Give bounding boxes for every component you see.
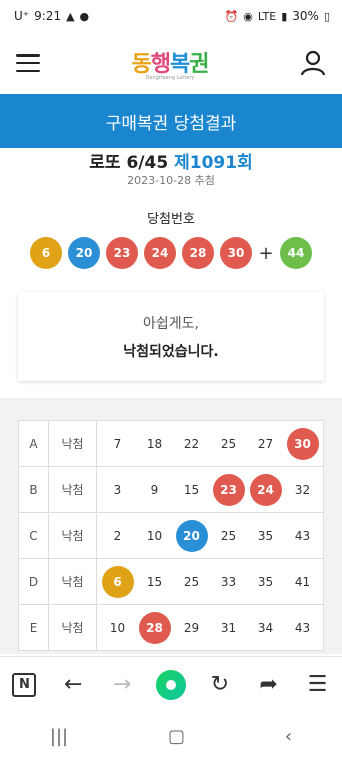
alarm-icon: ⏰ — [224, 9, 239, 23]
network-label: LTE — [257, 9, 277, 23]
game-number: 10 — [109, 620, 126, 635]
game-number: 27 — [257, 436, 274, 451]
game-slot: C — [18, 512, 49, 559]
draw-title: 로또 6/45 제1091회 — [0, 148, 342, 173]
result-line1: 아쉽게도, — [143, 315, 199, 332]
game-status: 낙첨 — [48, 420, 97, 467]
game-number: 22 — [183, 436, 200, 451]
result-line2: 낙첨되었습니다. — [123, 343, 219, 360]
location-icon: ◉ — [243, 9, 253, 23]
winning-ball: 23 — [106, 237, 138, 269]
winning-ball: 6 — [30, 237, 62, 269]
game-number: 25 — [220, 528, 237, 543]
game-number: 20 — [175, 519, 208, 552]
games-table: A 낙첨 7 18 22 25 27 30 B 낙첨 3 9 15 23 24 32 C 낙첨 2 10 20 25 35 4… — [18, 420, 324, 651]
game-name: 로또 6/45 — [89, 153, 169, 173]
draw-round: 제1091회 — [174, 153, 253, 173]
logo-text: 동행복권 — [131, 51, 210, 77]
naver-n-button[interactable]: N — [8, 669, 40, 701]
game-slot: A — [18, 420, 49, 467]
bonus-ball: 44 — [280, 237, 312, 269]
back-arrow-icon[interactable]: ← — [57, 669, 89, 701]
game-number: 30 — [286, 427, 319, 460]
game-number: 7 — [113, 436, 122, 451]
green-dot-icon — [155, 669, 186, 700]
game-number: 32 — [294, 482, 311, 497]
game-number: 43 — [294, 528, 311, 543]
system-nav-bar: ||| ▢ ‹ — [0, 712, 342, 760]
winning-numbers: 6 20 23 24 28 30 +44 — [0, 237, 342, 269]
game-slot: B — [18, 466, 49, 513]
menu-icon[interactable] — [16, 54, 40, 72]
game-row: B 낙첨 3 9 15 23 24 32 — [18, 466, 324, 513]
game-number: 15 — [183, 482, 200, 497]
warning-icon: ▲ — [66, 9, 75, 23]
game-number: 28 — [138, 611, 171, 644]
game-row: D 낙첨 6 15 25 33 35 41 — [18, 558, 324, 605]
result-card: 아쉽게도, 낙첨되었습니다. — [18, 292, 324, 381]
game-number: 35 — [257, 528, 274, 543]
game-number: 34 — [257, 620, 274, 635]
user-icon[interactable] — [300, 50, 326, 76]
browser-toolbar: N ← → ↻ ➦ ☰ — [0, 656, 342, 712]
more-menu-icon[interactable]: ☰ — [301, 669, 333, 701]
status-left: U⁺ 9:21 ▲ ● — [14, 9, 89, 23]
game-number: 43 — [294, 620, 311, 635]
game-status: 낙첨 — [48, 604, 97, 651]
game-number: 33 — [220, 574, 237, 589]
game-status: 낙첨 — [48, 512, 97, 559]
game-row: A 낙첨 7 18 22 25 27 30 — [18, 420, 324, 467]
game-number: 15 — [146, 574, 163, 589]
game-number: 9 — [150, 482, 159, 497]
back-icon[interactable]: ‹ — [285, 726, 292, 747]
home-button[interactable] — [155, 669, 187, 701]
winning-numbers-label: 당첨번호 — [147, 212, 195, 227]
app-header: 동행복권 DongHaeng Lottery — [0, 32, 342, 94]
game-number: 24 — [249, 473, 282, 506]
game-number: 18 — [146, 436, 163, 451]
game-slot: E — [18, 604, 49, 651]
logo[interactable]: 동행복권 DongHaeng Lottery — [131, 46, 210, 81]
status-bar: U⁺ 9:21 ▲ ● ⏰ ◉ LTE ▮ 30% ▯ — [0, 0, 342, 32]
game-number: 25 — [220, 436, 237, 451]
refresh-icon[interactable]: ↻ — [204, 669, 236, 701]
game-number: 41 — [294, 574, 311, 589]
game-number: 29 — [183, 620, 200, 635]
page-banner: 구매복권 당첨결과 — [0, 94, 342, 148]
notification-icon: ● — [79, 9, 90, 23]
game-row: E 낙첨 10 28 29 31 34 43 — [18, 604, 324, 651]
game-number: 31 — [220, 620, 237, 635]
game-number: 23 — [212, 473, 245, 506]
game-number: 2 — [113, 528, 122, 543]
winning-ball: 20 — [68, 237, 100, 269]
carrier-label: U⁺ — [14, 9, 30, 23]
winning-ball: 24 — [144, 237, 176, 269]
game-slot: D — [18, 558, 49, 605]
winning-ball: 28 — [182, 237, 214, 269]
game-number: 3 — [113, 482, 122, 497]
bonus-plus: + — [258, 242, 274, 264]
game-number: 10 — [146, 528, 163, 543]
clock: 9:21 — [34, 9, 62, 23]
status-right: ⏰ ◉ LTE ▮ 30% ▯ — [225, 9, 330, 23]
signal-icon: ▮ — [281, 9, 288, 23]
game-number: 6 — [101, 565, 134, 598]
winning-ball: 30 — [220, 237, 252, 269]
share-icon[interactable]: ➦ — [253, 669, 285, 701]
game-status: 낙첨 — [48, 466, 97, 513]
home-icon[interactable]: ▢ — [168, 726, 185, 747]
battery-icon: ▯ — [323, 9, 330, 23]
draw-date: 2023-10-28 추첨 — [127, 174, 215, 187]
battery-label: 30% — [292, 9, 319, 23]
game-number: 25 — [183, 574, 200, 589]
recent-apps-icon[interactable]: ||| — [50, 726, 68, 747]
logo-subtitle: DongHaeng Lottery — [145, 74, 195, 81]
game-row: C 낙첨 2 10 20 25 35 43 — [18, 512, 324, 559]
game-number: 35 — [257, 574, 274, 589]
game-status: 낙첨 — [48, 558, 97, 605]
forward-arrow-icon[interactable]: → — [106, 669, 138, 701]
